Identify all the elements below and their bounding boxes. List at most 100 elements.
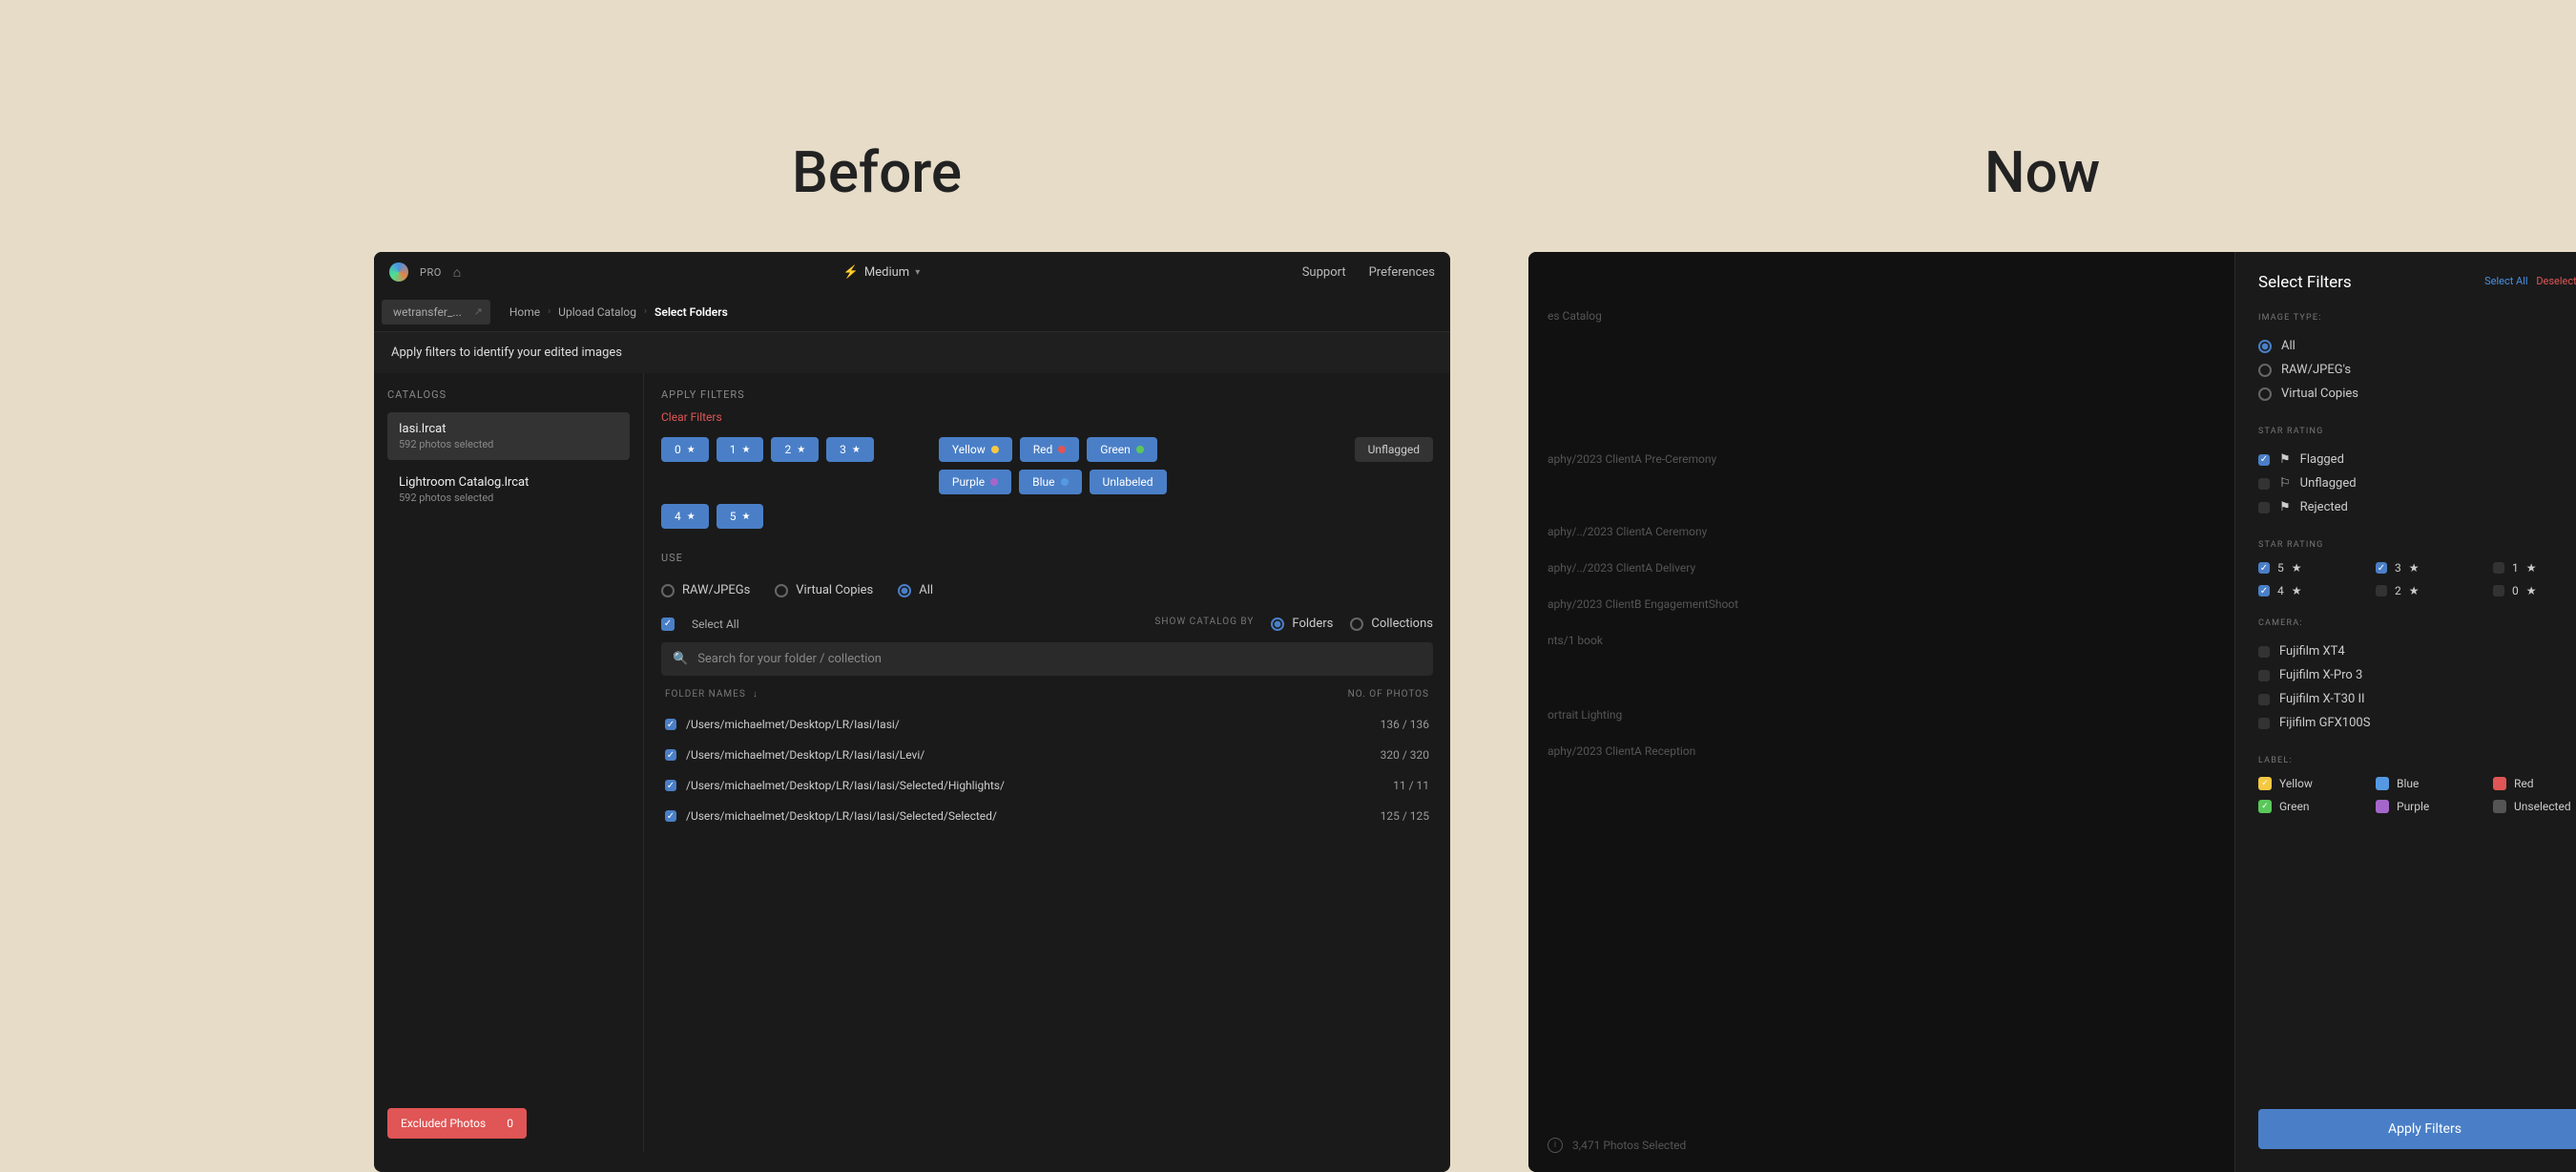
- folder-checkbox[interactable]: ✓: [665, 780, 676, 791]
- label-option-blue[interactable]: Blue: [2376, 777, 2474, 790]
- folder-checkbox[interactable]: ✓: [665, 749, 676, 761]
- folder-row[interactable]: ✓/Users/michaelmet/Desktop/LR/Iasi/Iasi/…: [661, 770, 1433, 801]
- camera-option[interactable]: ✓Fijifilm GFX100S: [2258, 711, 2576, 735]
- image-type-option[interactable]: RAW/JPEG's: [2258, 358, 2576, 382]
- info-banner: Apply filters to identify your edited im…: [374, 332, 1450, 373]
- star-option-3[interactable]: ✓3★: [2376, 561, 2474, 575]
- camera-option[interactable]: ✓Fujifilm X-T30 II: [2258, 687, 2576, 711]
- crumb-current: Select Folders: [654, 305, 728, 319]
- camera-option[interactable]: ✓ Fujifilm XT4: [2258, 639, 2576, 663]
- color-swatch: [2493, 800, 2506, 813]
- excluded-photos-button[interactable]: Excluded Photos 0: [387, 1108, 527, 1139]
- radio-label: Collections: [1371, 617, 1433, 631]
- label-option-green[interactable]: ✓Green: [2258, 800, 2357, 813]
- excluded-label: Excluded Photos: [401, 1117, 486, 1130]
- color-pill-yellow[interactable]: Yellow: [939, 437, 1012, 462]
- checkbox-icon: ✓: [2258, 478, 2270, 490]
- folder-row[interactable]: ✓ /Users/michaelmet/Desktop/LR/Iasi/Iasi/…: [661, 740, 1433, 770]
- folder-search-input[interactable]: 🔍 Search for your folder / collection: [661, 642, 1433, 676]
- view-option-folders[interactable]: Folders: [1271, 617, 1333, 631]
- folder-names-header[interactable]: FOLDER NAMES ↓: [665, 689, 758, 700]
- checkbox-icon: ✓: [2258, 646, 2270, 658]
- image-type-option[interactable]: Virtual Copies: [2258, 382, 2576, 406]
- color-swatch: ✓: [2258, 800, 2272, 813]
- apply-filters-button[interactable]: Apply Filters: [2258, 1109, 2576, 1149]
- chevron-right-icon: ›: [548, 306, 551, 317]
- apply-filters-heading: APPLY FILTERS: [661, 388, 1433, 401]
- use-option-rawjpegs[interactable]: RAW/JPEGs: [661, 583, 750, 597]
- folder-checkbox[interactable]: ✓: [665, 810, 676, 822]
- label-option-yellow[interactable]: ✓Yellow: [2258, 777, 2357, 790]
- image-type-option[interactable]: All: [2258, 334, 2576, 358]
- camera-option[interactable]: ✓Fujifilm X-Pro 3: [2258, 663, 2576, 687]
- star-pill-4[interactable]: 4 ★: [661, 504, 709, 529]
- radio-label: Folders: [1292, 617, 1333, 631]
- folder-row[interactable]: ✓ /Users/michaelmet/Desktop/LR/Iasi/Iasi/…: [661, 801, 1433, 831]
- color-pill-blue[interactable]: Blue: [1019, 470, 1081, 494]
- home-icon[interactable]: ⌂: [453, 264, 461, 281]
- radio-label: All: [919, 583, 933, 597]
- radio-icon: [1350, 617, 1363, 631]
- color-pill-red[interactable]: Red: [1020, 437, 1080, 462]
- star-option-5[interactable]: ✓5★: [2258, 561, 2357, 575]
- label-option-unselected[interactable]: Unselected: [2493, 800, 2576, 813]
- select-all-label: Select All: [692, 617, 739, 631]
- use-option-all[interactable]: All: [898, 583, 933, 597]
- use-option-virtualcopies[interactable]: Virtual Copies: [775, 583, 873, 597]
- catalog-item[interactable]: Iasi.lrcat592 photos selected: [387, 412, 630, 460]
- color-pill-unlabeled[interactable]: Unlabeled: [1090, 470, 1167, 494]
- speed-selector[interactable]: ⚡ Medium ▾: [843, 265, 921, 280]
- photo-count-header[interactable]: NO. OF PHOTOS: [1348, 689, 1429, 700]
- radio-icon: [775, 584, 788, 597]
- select-all-link[interactable]: Select All: [2484, 275, 2527, 287]
- before-screen: PRO ⌂ ⚡ Medium ▾ Support Preferences wet…: [374, 252, 1450, 1172]
- folder-checkbox[interactable]: ✓: [665, 719, 676, 730]
- camera-label: Fujifilm XT4: [2279, 644, 2345, 659]
- flag-icon: ⚐: [2279, 476, 2291, 491]
- star-option-1[interactable]: ✓1★: [2493, 561, 2576, 575]
- color-dot: [1136, 446, 1144, 453]
- star-pill-2[interactable]: 2 ★: [771, 437, 819, 462]
- star-rating-label: STAR RATING: [2258, 540, 2576, 550]
- support-link[interactable]: Support: [1302, 265, 1346, 280]
- color-dot: [991, 446, 999, 453]
- flag-option[interactable]: ✓⚑Rejected: [2258, 495, 2576, 519]
- camera-label: Fujifilm X-Pro 3: [2279, 668, 2362, 682]
- folder-count: 125 / 125: [1381, 809, 1429, 823]
- label-option-purple[interactable]: Purple: [2376, 800, 2474, 813]
- star-pill-0[interactable]: 0 ★: [661, 437, 709, 462]
- crumb-upload[interactable]: Upload Catalog: [558, 305, 636, 319]
- unflagged-pill[interactable]: Unflagged: [1355, 437, 1433, 462]
- color-pill-purple[interactable]: Purple: [939, 470, 1011, 494]
- image-type-label: IMAGE TYPE:: [2258, 313, 2576, 323]
- clear-filters-link[interactable]: Clear Filters: [661, 410, 1433, 424]
- select-all-checkbox[interactable]: ✓: [661, 617, 675, 631]
- star-option-2[interactable]: ✓2★: [2376, 584, 2474, 597]
- star-pill-3[interactable]: 3 ★: [826, 437, 874, 462]
- flag-option[interactable]: ✓⚑Flagged: [2258, 448, 2576, 471]
- catalog-item[interactable]: Lightroom Catalog.lrcat592 photos select…: [387, 466, 630, 513]
- checkbox-icon: ✓: [2258, 502, 2270, 513]
- flag-rating-label: STAR RATING: [2258, 427, 2576, 436]
- after-screen: ● Review Support Pref... es Catalog Show…: [1528, 252, 2576, 1172]
- folder-path: /Users/michaelmet/Desktop/LR/Iasi/Iasi/L…: [686, 748, 924, 762]
- star-pill-1[interactable]: 1 ★: [717, 437, 764, 462]
- view-option-collections[interactable]: Collections: [1350, 617, 1433, 631]
- preferences-link[interactable]: Preferences: [1369, 265, 1435, 280]
- color-pill-green[interactable]: Green: [1087, 437, 1156, 462]
- label-option-red[interactable]: Red: [2493, 777, 2576, 790]
- crumb-home[interactable]: Home: [509, 305, 540, 319]
- folder-path: /Users/michaelmet/Desktop/LR/Iasi/Iasi/: [686, 718, 900, 731]
- star-pill-5[interactable]: 5 ★: [717, 504, 764, 529]
- deselect-all-link[interactable]: Deselect All: [2536, 275, 2576, 287]
- star-option-4[interactable]: ✓4★: [2258, 584, 2357, 597]
- option-label: Flagged: [2300, 452, 2344, 467]
- radio-icon: [661, 584, 675, 597]
- option-label: Rejected: [2300, 500, 2348, 514]
- star-option-0[interactable]: ✓0★: [2493, 584, 2576, 597]
- folder-path: /Users/michaelmet/Desktop/LR/Iasi/Iasi/S…: [686, 809, 997, 823]
- radio-icon: [898, 584, 911, 597]
- folder-row[interactable]: ✓ /Users/michaelmet/Desktop/LR/Iasi/Iasi/…: [661, 709, 1433, 740]
- file-tab[interactable]: wetransfer_... ↗: [382, 300, 490, 324]
- flag-option[interactable]: ✓⚐Unflagged: [2258, 471, 2576, 495]
